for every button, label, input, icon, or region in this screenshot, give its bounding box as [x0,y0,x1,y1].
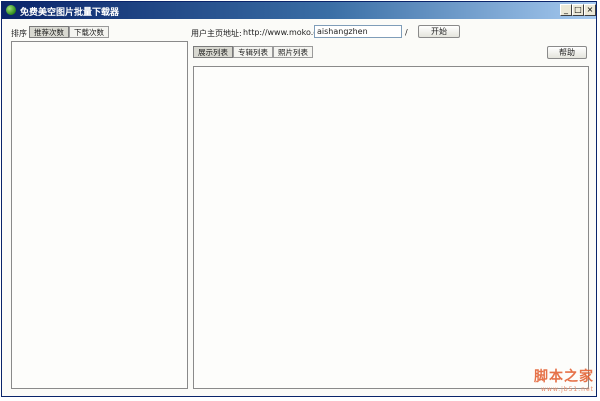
tab-sort-downloads[interactable]: 下载次数 [69,26,109,38]
content-panel[interactable] [193,66,589,389]
url-label: 用户主页地址: [191,29,242,38]
tab-sort-recommend[interactable]: 推荐次数 [29,26,69,38]
watermark-text: 脚本之家 [534,369,594,385]
watermark-url: www.jb51.net [541,386,594,393]
album-list-panel[interactable] [11,41,188,389]
url-suffix: / [405,28,408,37]
window-title: 免费美空图片批量下载器 [20,8,120,18]
app-window: 免费美空图片批量下载器 _ □ × 排序 推荐次数 下载次数 用户主页地址: h… [1,1,597,397]
username-input[interactable] [314,25,402,38]
start-button[interactable]: 开始 [418,25,460,38]
title-bar[interactable]: 免费美空图片批量下载器 _ □ × [2,2,596,19]
client-area: 排序 推荐次数 下载次数 用户主页地址: http://www.moko.cc/… [2,19,596,396]
app-icon [6,5,16,15]
help-button[interactable]: 帮助 [547,46,587,59]
maximize-button[interactable]: □ [572,4,584,16]
tab-display-list[interactable]: 展示列表 [193,46,233,58]
tab-album-list[interactable]: 专辑列表 [233,46,273,58]
close-button[interactable]: × [584,4,596,16]
tab-photo-list[interactable]: 照片列表 [273,46,313,58]
url-prefix: http://www.moko.cc/ [243,28,325,37]
watermark-logo: 脚本之家 www.jb51.net [534,366,594,393]
sort-label: 排序 [11,29,27,38]
minimize-button[interactable]: _ [560,4,572,16]
